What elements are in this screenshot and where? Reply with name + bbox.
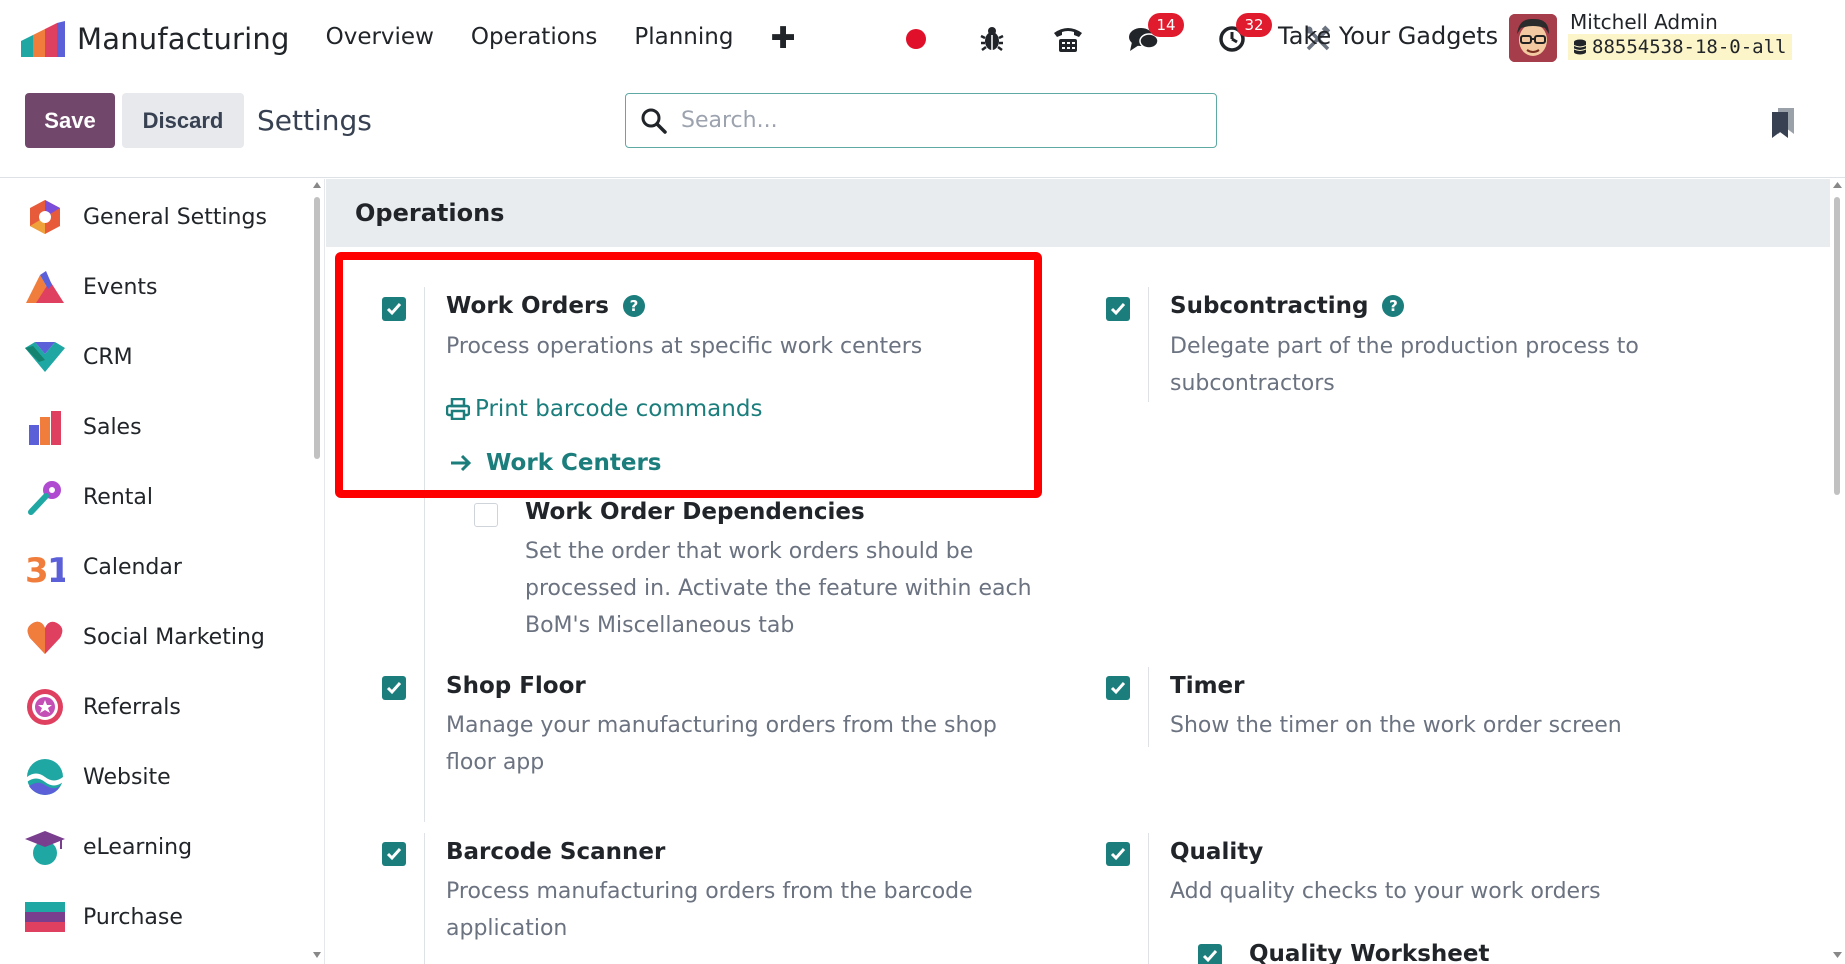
shop-floor-checkbox[interactable] — [382, 676, 406, 700]
timer-checkbox[interactable] — [1106, 676, 1130, 700]
shop-floor-description: Manage your manufacturing orders from th… — [446, 713, 997, 775]
record-icon[interactable] — [898, 21, 934, 57]
website-icon — [25, 757, 65, 797]
database-badge: 88554538-18-0-all — [1568, 34, 1793, 60]
save-button[interactable]: Save — [25, 93, 115, 148]
social-marketing-icon — [25, 617, 65, 657]
general-settings-icon — [25, 197, 65, 237]
debug-bug-icon[interactable] — [974, 21, 1010, 57]
purchase-icon — [25, 897, 65, 937]
database-icon — [1574, 39, 1586, 55]
top-navbar: Manufacturing Overview Operations Planni… — [0, 0, 1845, 78]
work-order-dependencies-description: Set the order that work orders should be… — [525, 539, 1032, 638]
sidebar-item-social-marketing[interactable]: Social Marketing — [0, 602, 324, 672]
control-panel: Save Discard Settings — [0, 78, 1845, 178]
rental-icon — [25, 477, 65, 517]
database-name: 88554538-18-0-all — [1592, 36, 1787, 58]
sales-icon — [25, 407, 65, 447]
subcontracting-checkbox[interactable] — [1106, 297, 1130, 321]
shop-floor-title: Shop Floor — [446, 673, 586, 699]
crm-icon — [25, 337, 65, 377]
quality-worksheet-checkbox[interactable] — [1198, 944, 1222, 964]
sidebar-item-rental[interactable]: Rental — [0, 462, 324, 532]
calendar-icon: 3 1 — [25, 547, 65, 587]
app-brand[interactable]: Manufacturing — [19, 21, 290, 57]
sidebar-item-label: eLearning — [83, 834, 193, 860]
timer-title: Timer — [1170, 673, 1245, 699]
sidebar-item-referrals[interactable]: Referrals — [0, 672, 324, 742]
sidebar-item-elearning[interactable]: eLearning — [0, 812, 324, 882]
sidebar-item-crm[interactable]: CRM — [0, 322, 324, 392]
company-switcher[interactable]: Take Your Gadgets — [1278, 22, 1498, 50]
search-input[interactable] — [681, 108, 1181, 133]
menu-planning[interactable]: Planning — [634, 24, 733, 54]
messages-icon[interactable]: 14 — [1126, 13, 1184, 57]
plus-icon[interactable]: ✚ — [770, 24, 795, 54]
barcode-scanner-description: Process manufacturing orders from the ba… — [446, 879, 973, 941]
main-menu: Overview Operations Planning ✚ — [326, 24, 796, 54]
sidebar-item-label: General Settings — [83, 204, 267, 230]
search-icon — [641, 108, 667, 134]
barcode-scanner-title: Barcode Scanner — [446, 839, 666, 865]
sidebar-item-label: Events — [83, 274, 158, 300]
svg-text:3: 3 — [25, 551, 49, 585]
sidebar-item-events[interactable]: Events — [0, 252, 324, 322]
phone-icon[interactable] — [1050, 21, 1086, 57]
section-title: Operations — [326, 179, 1830, 247]
messages-badge: 14 — [1148, 13, 1184, 37]
manufacturing-logo-icon — [19, 21, 65, 57]
sidebar-item-label: Referrals — [83, 694, 181, 720]
quality-title: Quality — [1170, 839, 1264, 865]
sidebar-item-sales[interactable]: Sales — [0, 392, 324, 462]
svg-text:1: 1 — [47, 551, 65, 585]
highlight-annotation — [335, 252, 1042, 498]
sidebar-item-label: Calendar — [83, 554, 182, 580]
discard-button[interactable]: Discard — [122, 93, 244, 148]
sidebar-item-label: CRM — [83, 344, 133, 370]
quality-description: Add quality checks to your work orders — [1170, 879, 1601, 904]
sidebar-item-label: Rental — [83, 484, 153, 510]
elearning-icon — [25, 827, 65, 867]
bookmark-icon[interactable] — [1770, 108, 1796, 138]
sidebar-item-calendar[interactable]: 3 1 Calendar — [0, 532, 324, 602]
referrals-icon — [25, 687, 65, 727]
activities-clock-icon[interactable]: 32 — [1214, 13, 1272, 57]
sidebar-item-label: Website — [83, 764, 171, 790]
sidebar-scrollbar[interactable] — [312, 179, 322, 964]
work-order-dependencies-title: Work Order Dependencies — [525, 499, 865, 525]
page-title: Settings — [257, 104, 372, 137]
settings-content: Operations Work Orders ? Process operati… — [326, 179, 1845, 964]
subcontracting-description: Delegate part of the production process … — [1170, 334, 1639, 396]
sidebar-item-label: Purchase — [83, 904, 183, 930]
activities-badge: 32 — [1236, 13, 1272, 37]
sidebar-item-general-settings[interactable]: General Settings — [0, 182, 324, 252]
work-order-dependencies-checkbox[interactable] — [474, 503, 498, 527]
sidebar-item-label: Social Marketing — [83, 624, 265, 650]
user-avatar[interactable] — [1509, 14, 1557, 62]
help-icon[interactable]: ? — [1382, 295, 1405, 317]
settings-sidebar: General Settings Events CRM Sales Rental… — [0, 179, 325, 964]
timer-description: Show the timer on the work order screen — [1170, 713, 1622, 738]
menu-operations[interactable]: Operations — [471, 24, 597, 54]
sidebar-item-website[interactable]: Website — [0, 742, 324, 812]
subcontracting-title: Subcontracting ? — [1170, 293, 1405, 319]
barcode-scanner-checkbox[interactable] — [382, 842, 406, 866]
search-box[interactable] — [625, 93, 1217, 148]
app-name: Manufacturing — [77, 22, 290, 56]
systray: 14 32 — [898, 0, 1336, 78]
subcontracting-title-text: Subcontracting — [1170, 293, 1369, 319]
events-icon — [25, 267, 65, 307]
sidebar-item-label: Sales — [83, 414, 142, 440]
quality-checkbox[interactable] — [1106, 842, 1130, 866]
sidebar-item-purchase[interactable]: Purchase — [0, 882, 324, 952]
content-scrollbar[interactable] — [1830, 179, 1845, 964]
menu-overview[interactable]: Overview — [326, 24, 434, 54]
quality-worksheet-title: Quality Worksheet — [1249, 941, 1490, 964]
user-name[interactable]: Mitchell Admin — [1570, 10, 1718, 34]
